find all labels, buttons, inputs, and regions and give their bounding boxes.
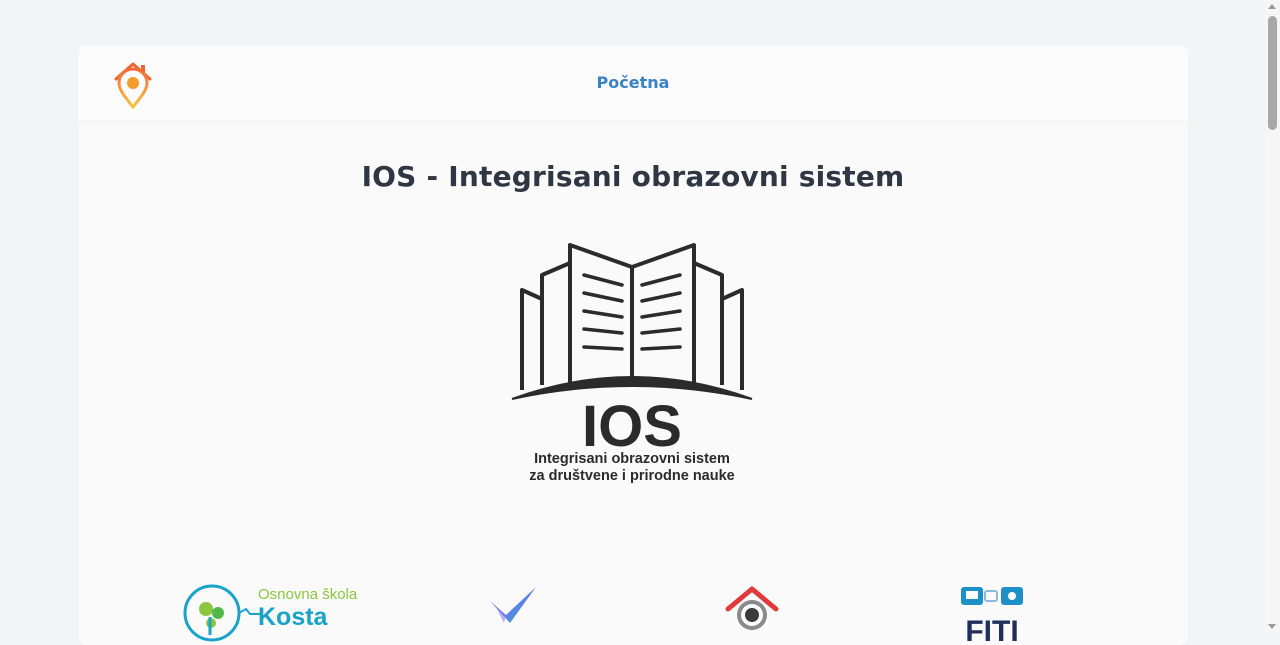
- main-card: Početna IOS - Integrisani obrazovni sist…: [78, 45, 1188, 645]
- fiti-wordmark: FITI: [965, 615, 1018, 643]
- top-navbar: Početna: [78, 45, 1188, 122]
- nav-home-label[interactable]: Početna: [597, 73, 670, 92]
- scroll-up-arrow-icon[interactable]: [1268, 4, 1276, 9]
- page-title: IOS - Integrisani obrazovni sistem: [361, 160, 905, 193]
- school-name-line1: Osnovna škola: [258, 586, 358, 603]
- partner-house-camera-logo-icon[interactable]: [724, 583, 780, 643]
- nav-home-link: Početna: [78, 73, 1188, 92]
- partner-checkmark-logo-icon[interactable]: [486, 583, 542, 643]
- scroll-down-arrow-icon[interactable]: [1268, 624, 1276, 629]
- ios-logo-subtitle-line1: Integrisani obrazovni sistem: [534, 451, 730, 467]
- partner-logos: Osnovna škola Kosta FITI: [78, 583, 1188, 645]
- partner-fiti-logo[interactable]: FITI: [958, 583, 1026, 643]
- school-name-line2: Kosta: [258, 603, 329, 631]
- partner-school-kosta-logo[interactable]: Osnovna škola Kosta: [180, 583, 370, 643]
- ios-logo: IOS Integrisani obrazovni sistem za druš…: [511, 243, 753, 484]
- scrollbar-thumb[interactable]: [1268, 16, 1277, 130]
- ios-logo-subtitle-line2: za društvene i prirodne nauke: [529, 468, 734, 484]
- vertical-scrollbar[interactable]: [1265, 0, 1280, 633]
- ios-wordmark: IOS: [582, 394, 682, 459]
